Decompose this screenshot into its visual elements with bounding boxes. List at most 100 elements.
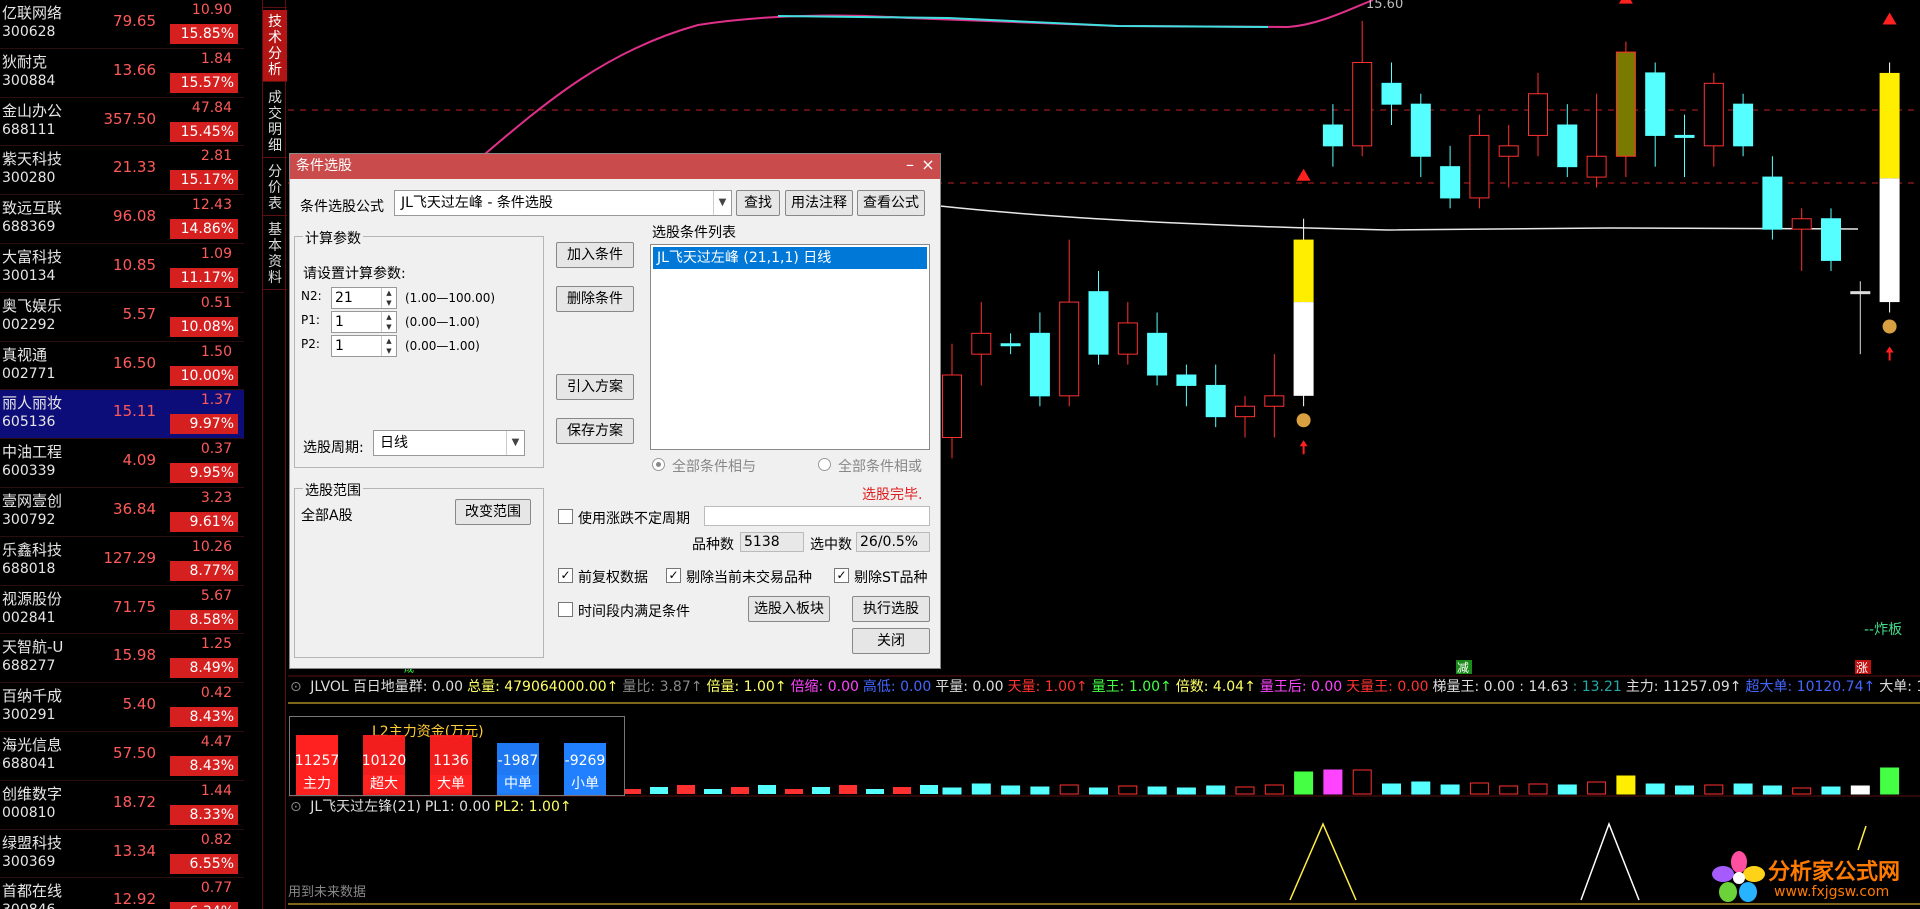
stock-change: 1.09 xyxy=(200,246,232,262)
param-n2-input[interactable]: 21 ▲ ▼ xyxy=(331,287,397,309)
import-scheme-button[interactable]: 引入方案 xyxy=(556,374,634,400)
stock-screener-dialog[interactable]: 条件选股 – × 条件选股公式 JL飞天过左峰 - 条件选股 ▼ 查找 用法注释… xyxy=(289,153,941,669)
money-bag-icon xyxy=(1296,413,1311,428)
volume-bar xyxy=(812,787,830,794)
stock-row[interactable]: 绿盟科技 300369 13.34 0.82 6.55% xyxy=(0,830,244,879)
tab-trade-detail[interactable]: 成交明细 xyxy=(263,86,287,158)
delete-condition-button[interactable]: 删除条件 xyxy=(556,286,634,312)
stock-price: 15.98 xyxy=(113,646,156,665)
period-select[interactable]: 日线 ▼ xyxy=(373,430,525,456)
to-block-button[interactable]: 选股入板块 xyxy=(748,596,830,622)
save-scheme-button[interactable]: 保存方案 xyxy=(556,418,634,444)
volume-bar xyxy=(1352,769,1372,795)
stock-pct: 8.33% xyxy=(170,804,238,825)
stock-row[interactable]: 海光信息 688041 57.50 4.47 8.43% xyxy=(0,732,244,781)
stock-row[interactable]: 亿联网络 300628 79.65 10.90 15.85% xyxy=(0,0,244,49)
stock-change: 1.84 xyxy=(200,50,232,67)
condition-list[interactable]: JL飞天过左峰 (21,1,1) 日线 xyxy=(650,244,930,450)
volume-bar xyxy=(1528,783,1548,795)
stock-pct: 15.85% xyxy=(170,24,238,44)
stock-row[interactable]: 中油工程 600339 4.09 0.37 9.95% xyxy=(0,439,244,488)
spin-up-icon[interactable]: ▲ xyxy=(382,312,396,322)
stock-row[interactable]: 百纳千成 300291 5.40 0.42 8.43% xyxy=(0,683,244,732)
stock-pct: 11.17% xyxy=(170,268,238,288)
minimize-icon[interactable]: – xyxy=(902,154,918,179)
add-condition-button[interactable]: 加入条件 xyxy=(556,242,634,268)
spinner[interactable]: ▲ ▼ xyxy=(381,336,396,356)
usage-button[interactable]: 用法注释 xyxy=(785,190,853,216)
stock-price: 4.09 xyxy=(122,451,156,470)
candle-body xyxy=(1176,374,1197,386)
close-button[interactable]: 关闭 xyxy=(852,628,930,654)
stock-row[interactable]: 真视通 002771 16.50 1.50 10.00% xyxy=(0,342,244,391)
spin-up-icon[interactable]: ▲ xyxy=(382,336,396,346)
volume-bar xyxy=(731,787,749,794)
scope-group-title: 选股范围 xyxy=(303,480,363,500)
stock-row[interactable]: 天智航-U 688277 15.98 1.25 8.49% xyxy=(0,634,244,684)
stock-row[interactable]: 金山办公 688111 357.50 47.84 15.45% xyxy=(0,98,244,147)
spinner[interactable]: ▲ ▼ xyxy=(381,312,396,332)
chevron-down-icon[interactable]: ▼ xyxy=(506,431,524,455)
stock-row[interactable]: 大富科技 300134 10.85 1.09 11.17% xyxy=(0,244,244,293)
period-checkbox[interactable] xyxy=(558,509,573,524)
tab-technical-analysis[interactable]: 技术分析 xyxy=(263,10,287,82)
indicator-value: PL2: 1.00↑ xyxy=(494,799,572,815)
volume-bar xyxy=(1733,783,1753,795)
stock-row[interactable]: 壹网壹创 300792 36.84 3.23 9.61% xyxy=(0,488,244,537)
radio-and-label: 全部条件相与 xyxy=(672,459,756,475)
stock-code: 688111 xyxy=(2,121,56,138)
stock-code: 300846 xyxy=(2,902,55,909)
stock-change: 0.77 xyxy=(200,880,232,897)
spin-up-icon[interactable]: ▲ xyxy=(382,288,396,298)
condition-item[interactable]: JL飞天过左峰 (21,1,1) 日线 xyxy=(653,247,927,269)
collapse-icon[interactable]: ⊙ xyxy=(290,799,302,815)
stock-row[interactable]: 致远互联 688369 96.08 12.43 14.86% xyxy=(0,195,244,244)
spinner[interactable]: ▲ ▼ xyxy=(381,288,396,308)
stock-row[interactable]: 狄耐克 300884 13.66 1.84 15.57% xyxy=(0,49,244,98)
stock-row[interactable]: 视源股份 002841 71.75 5.67 8.58% xyxy=(0,586,244,635)
timespan-checkbox[interactable] xyxy=(558,602,573,617)
stock-change: 3.23 xyxy=(200,490,232,506)
spin-down-icon[interactable]: ▼ xyxy=(382,298,396,308)
radio-or[interactable] xyxy=(818,458,831,471)
dialog-titlebar[interactable]: 条件选股 – × xyxy=(290,154,940,179)
param-p2-input[interactable]: 1 ▲ ▼ xyxy=(331,335,397,357)
stock-row[interactable]: 乐鑫科技 688018 127.29 10.26 8.77% xyxy=(0,537,244,586)
remove-halt-checkbox[interactable]: ✓ xyxy=(666,568,681,583)
volume-bar xyxy=(1001,785,1021,795)
view-formula-button[interactable]: 查看公式 xyxy=(857,190,925,216)
remove-st-checkbox[interactable]: ✓ xyxy=(834,568,849,583)
volume-bar xyxy=(785,789,803,794)
candle-body xyxy=(1381,82,1402,105)
qfq-checkbox[interactable]: ✓ xyxy=(558,568,573,583)
stock-row[interactable]: 丽人丽妆 605136 15.11 1.37 9.97% xyxy=(0,390,244,440)
collapse-icon[interactable]: ⊙ xyxy=(290,679,302,695)
param-name: P1: xyxy=(301,313,320,327)
period-input[interactable] xyxy=(704,506,930,526)
stock-name: 壹网壹创 xyxy=(2,492,63,510)
tab-basic-info[interactable]: 基本资料 xyxy=(263,218,287,290)
spin-down-icon[interactable]: ▼ xyxy=(382,322,396,332)
stock-row[interactable]: 首都在线300846 12.92 0.77 6.34% xyxy=(0,878,244,909)
execute-button[interactable]: 执行选股 xyxy=(852,596,930,622)
formula-select[interactable]: JL飞天过左峰 - 条件选股 ▼ xyxy=(394,190,732,216)
tab-price-table[interactable]: 分价表 xyxy=(263,160,287,216)
stock-row[interactable]: 紫天科技 300280 21.33 2.81 15.17% xyxy=(0,146,244,196)
spin-down-icon[interactable]: ▼ xyxy=(382,346,396,356)
candle-body xyxy=(1147,332,1168,376)
candles xyxy=(942,20,1900,459)
stock-code: 300280 xyxy=(2,170,56,187)
param-value: 1 xyxy=(335,338,344,354)
candle-body xyxy=(1469,134,1490,199)
indicator-value: 倍量: 1.00↑ xyxy=(706,679,787,695)
chevron-down-icon[interactable]: ▼ xyxy=(713,191,731,215)
close-icon[interactable]: × xyxy=(920,154,936,179)
param-p1-input[interactable]: 1 ▲ ▼ xyxy=(331,311,397,333)
radio-and[interactable] xyxy=(652,458,665,471)
stock-row[interactable]: 奥飞娱乐 002292 5.57 0.51 10.08% xyxy=(0,293,244,342)
indicator-value: 量王: 1.00↑ xyxy=(1091,679,1172,695)
stock-row[interactable]: 创维数字 000810 18.72 1.44 8.33% xyxy=(0,781,244,830)
find-button[interactable]: 查找 xyxy=(736,190,780,216)
change-scope-button[interactable]: 改变范围 xyxy=(455,499,531,525)
up-arrow-head xyxy=(1885,346,1894,353)
